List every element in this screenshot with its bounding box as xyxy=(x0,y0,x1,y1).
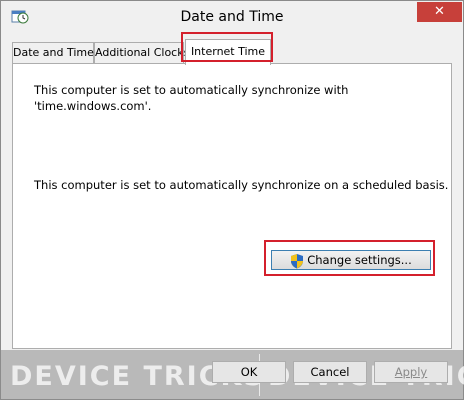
close-icon: ✕ xyxy=(434,4,445,19)
sync-message-line1: This computer is set to automatically sy… xyxy=(34,83,349,97)
tab-date-and-time[interactable]: Date and Time xyxy=(12,42,94,63)
apply-button[interactable]: Apply xyxy=(374,361,448,383)
sync-message: This computer is set to automatically sy… xyxy=(34,82,348,114)
schedule-message: This computer is set to automatically sy… xyxy=(34,178,449,192)
close-button[interactable]: ✕ xyxy=(417,2,462,22)
tab-highlight-box xyxy=(181,32,273,62)
title-bar[interactable]: Date and Time ✕ xyxy=(1,1,463,33)
ok-button[interactable]: OK xyxy=(212,361,286,383)
sync-message-line2: 'time.windows.com'. xyxy=(34,99,152,113)
tab-additional-clocks[interactable]: Additional Clocks xyxy=(94,42,189,63)
cancel-button[interactable]: Cancel xyxy=(293,361,367,383)
change-settings-highlight-box xyxy=(264,240,435,276)
internet-time-panel: This computer is set to automatically sy… xyxy=(12,63,452,349)
window-title: Date and Time xyxy=(180,9,284,25)
